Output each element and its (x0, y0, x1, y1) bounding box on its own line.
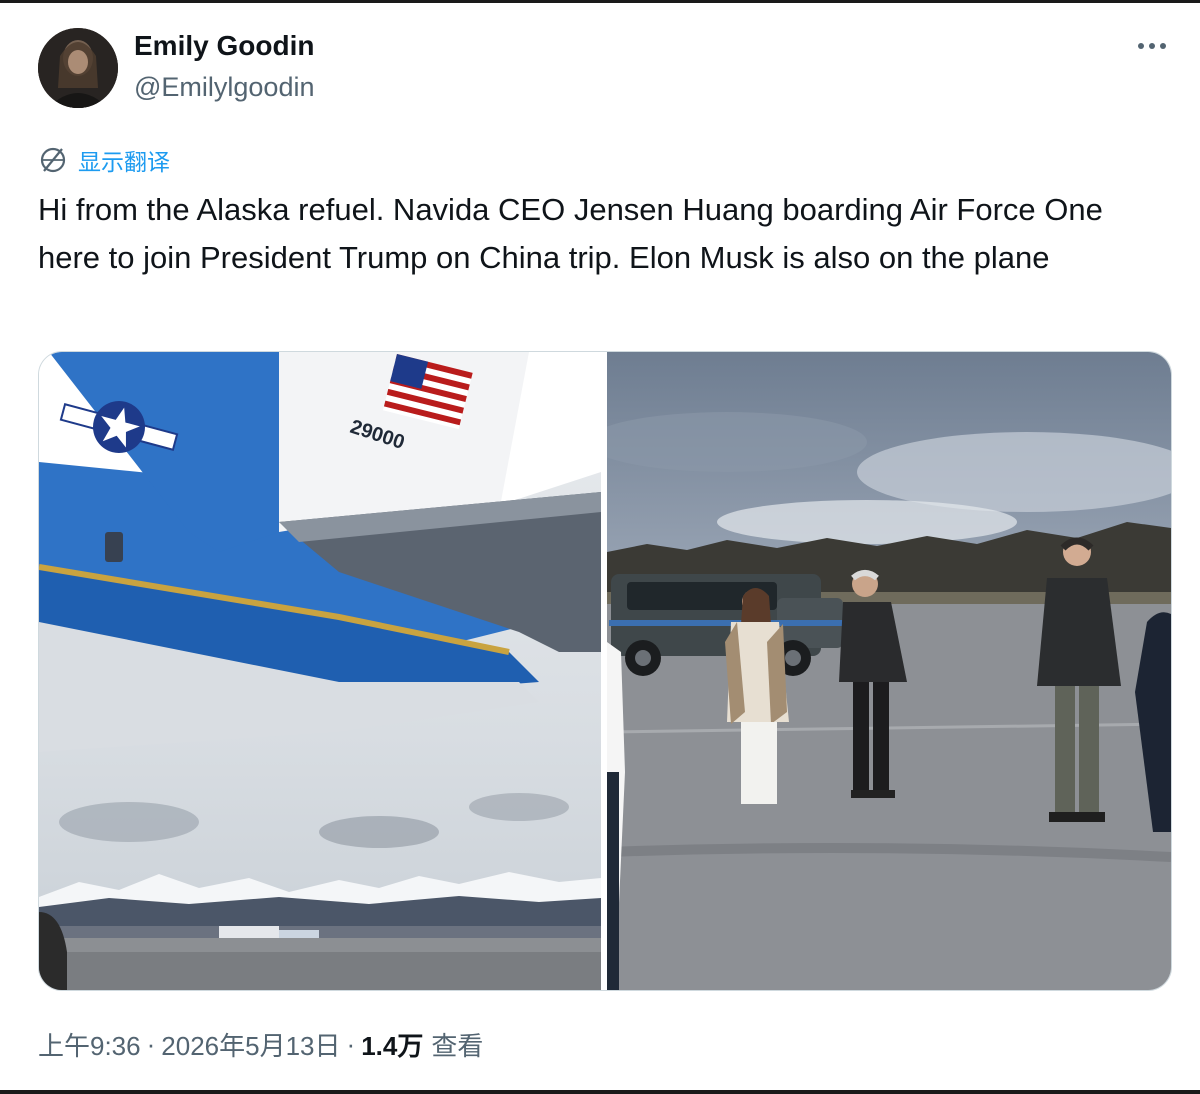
bottom-frame-border (0, 1090, 1200, 1094)
views-label: 查看 (431, 1030, 484, 1061)
tweet-meta: 上午9:36 · 2026年5月13日 · 1.4万 查看 (38, 1024, 483, 1064)
avatar[interactable] (38, 28, 118, 108)
views-count: 1.4万 (361, 1030, 424, 1061)
translate-globe-icon (40, 147, 66, 173)
tweet-time[interactable]: 上午9:36 (38, 1026, 141, 1063)
tweet-date[interactable]: 2026年5月13日 (161, 1026, 340, 1063)
more-horizontal-icon (1138, 43, 1166, 49)
media-grid: 29000 (38, 351, 1172, 991)
show-translation-link[interactable]: 显示翻译 (38, 144, 170, 176)
meta-separator: · (146, 1028, 156, 1059)
photo-air-force-one-tail[interactable]: 29000 (39, 352, 601, 990)
top-frame-border (0, 0, 1200, 3)
photo-tarmac-people[interactable] (607, 352, 1171, 990)
avatar-photo (38, 28, 118, 108)
more-options-button[interactable] (1128, 28, 1176, 64)
meta-separator: · (346, 1028, 356, 1059)
show-translation-label: 显示翻译 (78, 149, 170, 175)
author-handle[interactable]: @Emilylgoodin (134, 72, 314, 103)
author-display-name[interactable]: Emily Goodin (134, 30, 314, 62)
tweet-text: Hi from the Alaska refuel. Navida CEO Je… (38, 192, 1103, 275)
